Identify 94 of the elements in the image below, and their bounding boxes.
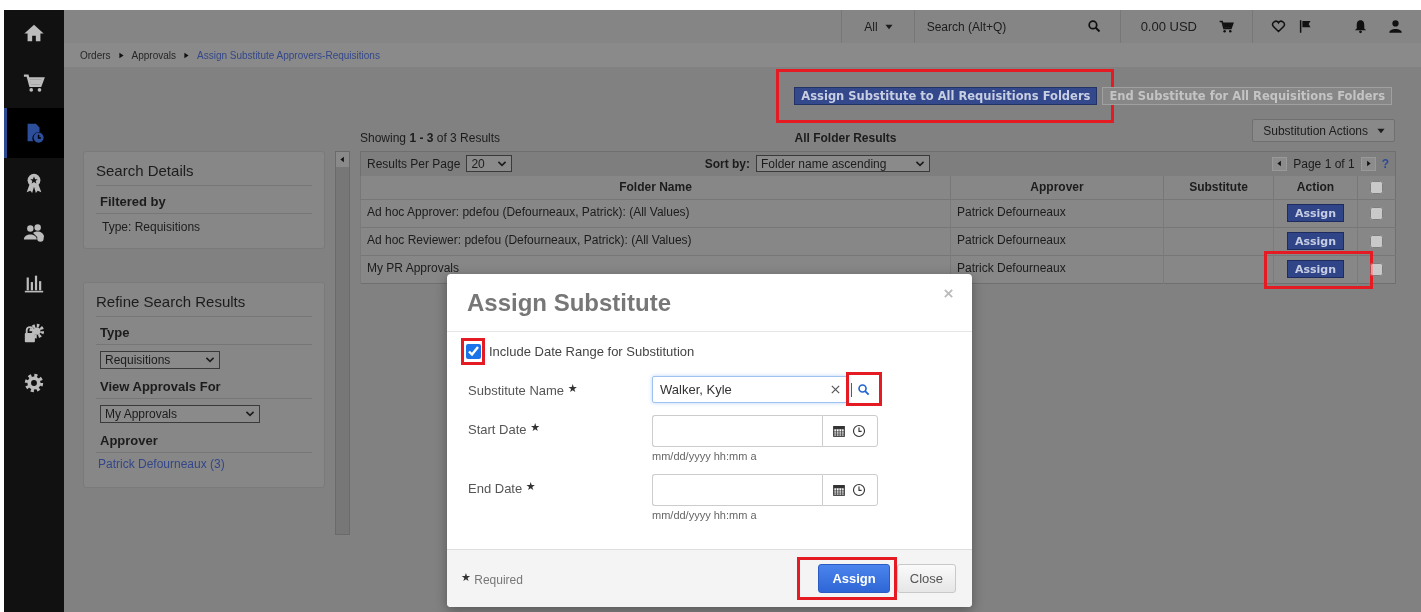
- section-heading: View Approvals For: [96, 371, 312, 399]
- right-triangle-icon: [1364, 160, 1372, 168]
- table-cell: Ad hoc Approver: pdefou (Defourneaux, Patrick): (All Values): [367, 204, 690, 219]
- cart-icon: [23, 72, 45, 94]
- approver-link[interactable]: Patrick Defourneaux (3): [96, 453, 225, 471]
- right-triangle-icon: [117, 51, 125, 59]
- bulk-action-button[interactable]: Assign Substitute to All Requisitions Folders: [794, 87, 1098, 105]
- dialog-title: Assign Substitute: [467, 288, 671, 317]
- column-header: Action: [1296, 180, 1335, 194]
- card-title: Refine Search Results: [96, 291, 312, 317]
- cart-icon: [1219, 19, 1234, 34]
- per-page-select[interactable]: 20: [466, 155, 513, 173]
- column-header: Approver: [1030, 180, 1084, 194]
- home-icon: [23, 22, 45, 44]
- close-icon: [830, 384, 841, 395]
- notifications-button[interactable]: [1353, 19, 1368, 34]
- search-icon: [1086, 19, 1102, 34]
- scope-dropdown[interactable]: All: [852, 19, 904, 34]
- search-icon: [857, 382, 871, 397]
- bell-icon: [1353, 19, 1368, 34]
- calendar-icon: [832, 483, 846, 497]
- calendar-icon: [832, 424, 846, 438]
- left-triangle-icon: [1276, 160, 1284, 168]
- flag-button[interactable]: [1298, 19, 1313, 34]
- section-heading: Type: [96, 317, 312, 345]
- close-button[interactable]: Close: [896, 564, 956, 593]
- field-hint: mm/dd/yyyy hh:mm a: [652, 509, 758, 521]
- filter-text: Type: Requisitions: [101, 219, 202, 236]
- breadcrumb-link[interactable]: Assign Substitute Approvers-Requisitions: [197, 49, 380, 61]
- breadcrumb-link[interactable]: Approvals: [131, 49, 177, 61]
- field-label: End Date $^{★}$: [468, 479, 537, 496]
- date-range-checkbox[interactable]: [466, 344, 481, 359]
- field-label: Start Date $^{★}$: [468, 420, 542, 437]
- field-hint: mm/dd/yyyy hh:mm a: [652, 450, 758, 462]
- heart-icon: [1271, 19, 1286, 34]
- results-title: All Folder Results: [794, 131, 897, 147]
- row-checkbox[interactable]: [1370, 263, 1383, 277]
- clear-button[interactable]: [830, 384, 841, 395]
- substitute-name-field[interactable]: Walker, Kyle: [652, 376, 848, 403]
- people-icon: [23, 222, 45, 244]
- search-button[interactable]: [1086, 19, 1102, 34]
- select-all-checkbox[interactable]: [1370, 181, 1383, 195]
- column-header: Folder Name: [619, 180, 692, 194]
- section-heading: Approver: [96, 425, 312, 453]
- person-icon: [1388, 19, 1403, 34]
- section-heading: Filtered by: [96, 186, 312, 214]
- sort-select[interactable]: Folder name ascending: [756, 155, 930, 173]
- assign-button[interactable]: Assign: [1286, 204, 1345, 222]
- favorites-button[interactable]: [1271, 19, 1286, 34]
- assign-button[interactable]: Assign: [1286, 260, 1345, 278]
- filter-select[interactable]: Requisitions: [100, 351, 220, 369]
- row-checkbox[interactable]: [1370, 235, 1383, 249]
- cart-button[interactable]: [1219, 19, 1234, 34]
- calendar-button[interactable]: [832, 483, 846, 497]
- row-checkbox[interactable]: [1370, 207, 1383, 221]
- gear-icon: [23, 372, 45, 394]
- assign-button[interactable]: Assign: [1286, 232, 1345, 250]
- page-indicator: Page 1 of 1: [1293, 156, 1355, 171]
- lock-gear-icon: [23, 322, 45, 344]
- card-title: Search Details: [96, 160, 312, 186]
- table-cell: Ad hoc Reviewer: pdefou (Defourneaux, Patrick): (All Values): [367, 232, 692, 247]
- previous-page-button[interactable]: [1272, 156, 1288, 171]
- right-triangle-icon: [183, 51, 191, 59]
- left-triangle-icon: [339, 156, 346, 163]
- date-field[interactable]: [652, 415, 822, 447]
- table-cell: Patrick Defourneaux: [957, 260, 1066, 275]
- clock-icon: [852, 483, 866, 497]
- time-button[interactable]: [852, 483, 866, 497]
- profile-button[interactable]: [1388, 19, 1403, 34]
- cart-total: 0.00 USD: [1140, 19, 1197, 34]
- sort-label: Sort by:: [704, 156, 750, 171]
- substitution-actions-dropdown[interactable]: Substitution Actions: [1252, 119, 1395, 142]
- search-field[interactable]: Search (Alt+Q): [920, 19, 1057, 34]
- field-label: Substitute Name $^{★}$: [468, 381, 579, 398]
- flag-icon: [1298, 19, 1313, 34]
- date-field[interactable]: [652, 474, 822, 506]
- assign-button[interactable]: Assign: [818, 564, 890, 593]
- next-page-button[interactable]: [1360, 156, 1376, 171]
- results-count: Showing 1 - 3 of 3 Results: [360, 131, 502, 147]
- clock-icon: [852, 424, 866, 438]
- table-cell: Patrick Defourneaux: [957, 204, 1066, 219]
- table-cell: Patrick Defourneaux: [957, 232, 1066, 247]
- time-button[interactable]: [852, 424, 866, 438]
- chevron-icon: [205, 355, 215, 365]
- calendar-button[interactable]: [832, 424, 846, 438]
- filter-select[interactable]: My Approvals: [100, 405, 260, 423]
- chevron-icon: [245, 409, 255, 419]
- close-icon: [943, 288, 954, 299]
- checkbox-label: Include Date Range for Substitution: [489, 344, 695, 359]
- table-cell: My PR Approvals: [367, 260, 460, 275]
- column-header: Substitute: [1189, 180, 1248, 194]
- per-page-label: Results Per Page: [367, 156, 461, 171]
- breadcrumb-link[interactable]: Orders: [80, 49, 111, 61]
- collapse-toggle[interactable]: [336, 152, 349, 167]
